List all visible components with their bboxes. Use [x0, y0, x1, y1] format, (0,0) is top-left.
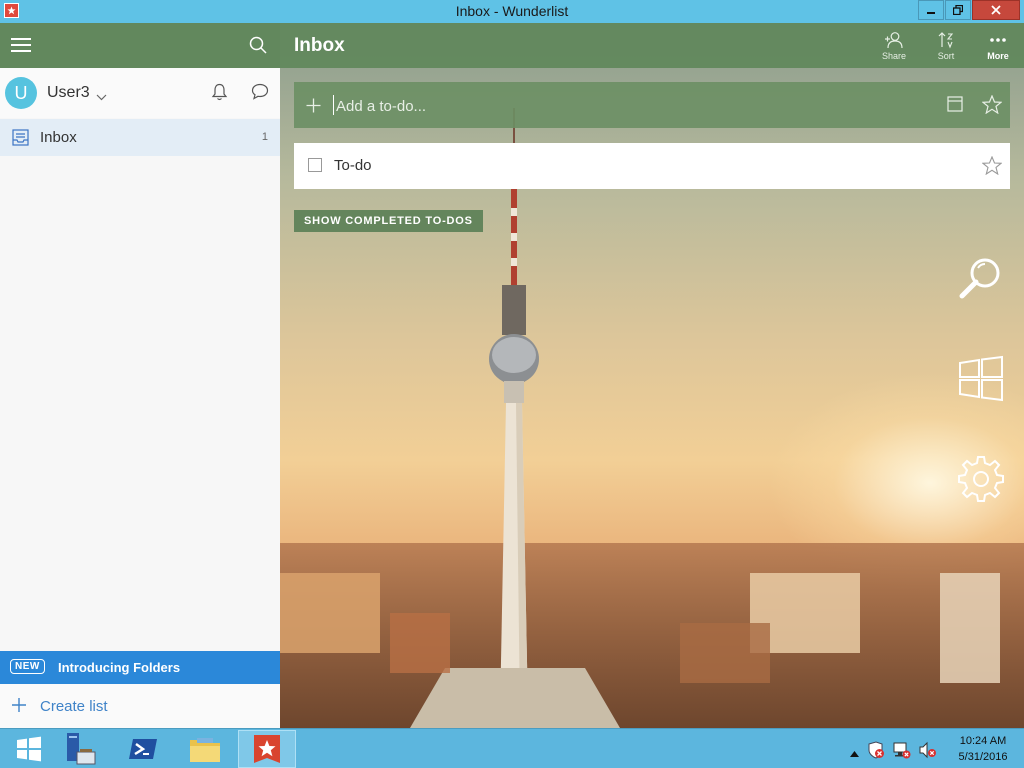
maximize-button[interactable] [945, 0, 971, 20]
server-manager-icon [67, 733, 96, 765]
window-titlebar: Inbox - Wunderlist [0, 0, 1024, 23]
more-dots-icon [978, 29, 1018, 51]
bell-icon[interactable] [211, 83, 228, 106]
add-todo-input[interactable] [334, 94, 898, 118]
start-button[interactable] [0, 730, 58, 768]
star-icon[interactable] [981, 155, 1003, 180]
avatar[interactable]: U [5, 77, 37, 109]
windows-logo-icon [17, 736, 41, 762]
minimize-button[interactable] [918, 0, 944, 20]
tv-tower-background-image [280, 108, 1000, 728]
main-header: Inbox Share Sort More [280, 23, 1024, 68]
inbox-icon [12, 129, 29, 151]
system-tray [850, 741, 945, 764]
sort-icon [926, 29, 966, 51]
plus-icon [11, 697, 27, 718]
share-button[interactable]: Share [874, 29, 914, 61]
introducing-folders-banner[interactable]: NEW Introducing Folders [0, 651, 280, 684]
calendar-icon[interactable] [947, 96, 963, 117]
user-row: U User3 [0, 68, 280, 118]
todo-label: To-do [334, 157, 372, 174]
folder-icon [190, 738, 220, 762]
share-label: Share [881, 51, 907, 61]
action-center-alert-icon[interactable] [867, 741, 885, 764]
add-person-icon [874, 29, 914, 51]
sidebar-item-inbox[interactable]: Inbox 1 [0, 119, 280, 156]
search-charm-icon[interactable] [957, 254, 1005, 307]
sidebar-header [0, 23, 280, 68]
page-title: Inbox [294, 35, 345, 56]
hamburger-menu-icon[interactable] [11, 38, 31, 52]
todo-checkbox[interactable] [308, 158, 322, 172]
banner-text: Introducing Folders [58, 660, 181, 675]
powershell-taskbar-button[interactable] [114, 730, 172, 768]
network-alert-icon[interactable] [893, 741, 911, 764]
clock-date: 5/31/2016 [958, 751, 1008, 763]
wunderlist-taskbar-button[interactable] [238, 730, 296, 768]
more-label: More [987, 51, 1009, 61]
main-panel: Inbox Share Sort More Add a to-do... To-… [280, 23, 1024, 728]
settings-gear-icon[interactable] [957, 454, 1005, 507]
show-completed-button[interactable]: SHOW COMPLETED TO-DOS [294, 210, 483, 232]
sidebar-item-count: 1 [261, 131, 268, 143]
speaker-muted-icon[interactable] [919, 741, 937, 764]
sidebar: U User3 Inbox 1 NEW Introducing Folders … [0, 23, 280, 728]
chat-icon[interactable] [251, 83, 269, 105]
add-todo-bar [294, 82, 1010, 128]
taskbar-clock[interactable]: 10:24 AM 5/31/2016 [955, 733, 1011, 765]
powershell-icon [129, 739, 157, 759]
server-manager-taskbar-button[interactable] [52, 730, 110, 768]
window-controls [917, 0, 1020, 21]
windows-start-charm-icon[interactable] [957, 354, 1005, 407]
search-icon[interactable] [249, 36, 267, 59]
chevron-down-icon[interactable] [96, 88, 107, 106]
plus-icon[interactable] [306, 98, 321, 118]
create-list-button[interactable]: Create list [0, 684, 280, 728]
todo-item[interactable]: To-do [294, 143, 1010, 189]
window-title: Inbox - Wunderlist [455, 3, 569, 19]
more-button[interactable]: More [978, 29, 1018, 61]
clock-time: 10:24 AM [959, 735, 1007, 747]
user-name[interactable]: User3 [47, 84, 90, 102]
wunderlist-icon [254, 735, 280, 763]
star-icon[interactable] [981, 94, 1003, 119]
sort-label: Sort [937, 51, 955, 61]
file-explorer-taskbar-button[interactable] [176, 730, 234, 768]
show-hidden-icons-icon[interactable] [850, 744, 859, 762]
close-button[interactable] [972, 0, 1020, 20]
taskbar: 10:24 AM 5/31/2016 [0, 728, 1024, 768]
sort-button[interactable]: Sort [926, 29, 966, 61]
create-list-label: Create list [40, 698, 108, 715]
sidebar-item-label: Inbox [40, 129, 77, 146]
new-badge: NEW [10, 659, 45, 674]
